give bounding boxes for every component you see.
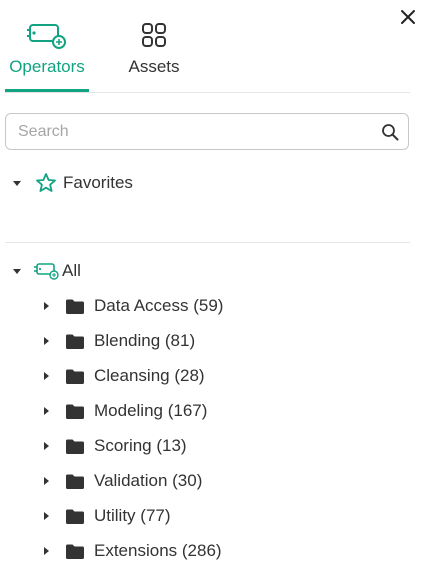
tab-operators[interactable]: Operators xyxy=(5,18,89,92)
section-divider xyxy=(5,242,410,243)
operators-icon xyxy=(27,24,66,49)
favorites-label: Favorites xyxy=(63,173,133,192)
tab-assets-label: Assets xyxy=(128,57,180,76)
category-item-blending[interactable]: Blending (81) xyxy=(44,328,404,354)
operators-icon xyxy=(34,263,59,280)
category-label: Data Access (59) xyxy=(94,296,224,315)
category-label: Modeling (167) xyxy=(94,401,208,420)
chevron-right-icon[interactable] xyxy=(44,407,49,415)
search-icon[interactable] xyxy=(381,123,399,141)
category-item-data-access[interactable]: Data Access (59) xyxy=(44,293,404,319)
chevron-down-icon[interactable] xyxy=(13,268,21,274)
chevron-right-icon[interactable] xyxy=(44,547,49,555)
folder-icon xyxy=(66,299,84,314)
category-item-extensions[interactable]: Extensions (286) xyxy=(44,538,404,564)
chevron-right-icon[interactable] xyxy=(44,337,49,345)
category-item-modeling[interactable]: Modeling (167) xyxy=(44,398,404,424)
folder-icon xyxy=(66,404,84,419)
folder-icon xyxy=(66,334,84,349)
search-box xyxy=(5,113,409,150)
all-label: All xyxy=(62,261,81,280)
category-item-utility[interactable]: Utility (77) xyxy=(44,503,404,529)
favorites-node[interactable]: Favorites xyxy=(13,170,133,196)
all-node[interactable]: All xyxy=(13,258,81,284)
chevron-right-icon[interactable] xyxy=(44,477,49,485)
category-label: Blending (81) xyxy=(94,331,196,350)
folder-icon xyxy=(66,544,84,559)
folder-icon xyxy=(66,439,84,454)
search-input[interactable] xyxy=(18,114,378,149)
star-outline-icon xyxy=(36,173,56,192)
tabs-divider xyxy=(5,92,410,93)
category-label: Utility (77) xyxy=(94,506,171,525)
chevron-right-icon[interactable] xyxy=(44,442,49,450)
folder-icon xyxy=(66,509,84,524)
category-item-scoring[interactable]: Scoring (13) xyxy=(44,433,404,459)
tab-assets[interactable]: Assets xyxy=(120,18,188,92)
category-item-validation[interactable]: Validation (30) xyxy=(44,468,404,494)
panel-tabs: Operators Assets xyxy=(0,18,430,94)
category-label: Validation (30) xyxy=(94,471,203,490)
category-label: Cleansing (28) xyxy=(94,366,205,385)
category-label: Extensions (286) xyxy=(94,541,222,560)
chevron-right-icon[interactable] xyxy=(44,302,49,310)
assets-grid-icon xyxy=(142,23,166,47)
folder-icon xyxy=(66,369,84,384)
chevron-down-icon[interactable] xyxy=(13,180,21,186)
category-item-cleansing[interactable]: Cleansing (28) xyxy=(44,363,404,389)
folder-icon xyxy=(66,474,84,489)
chevron-right-icon[interactable] xyxy=(44,512,49,520)
tab-operators-label: Operators xyxy=(9,57,85,76)
chevron-right-icon[interactable] xyxy=(44,372,49,380)
category-label: Scoring (13) xyxy=(94,436,187,455)
